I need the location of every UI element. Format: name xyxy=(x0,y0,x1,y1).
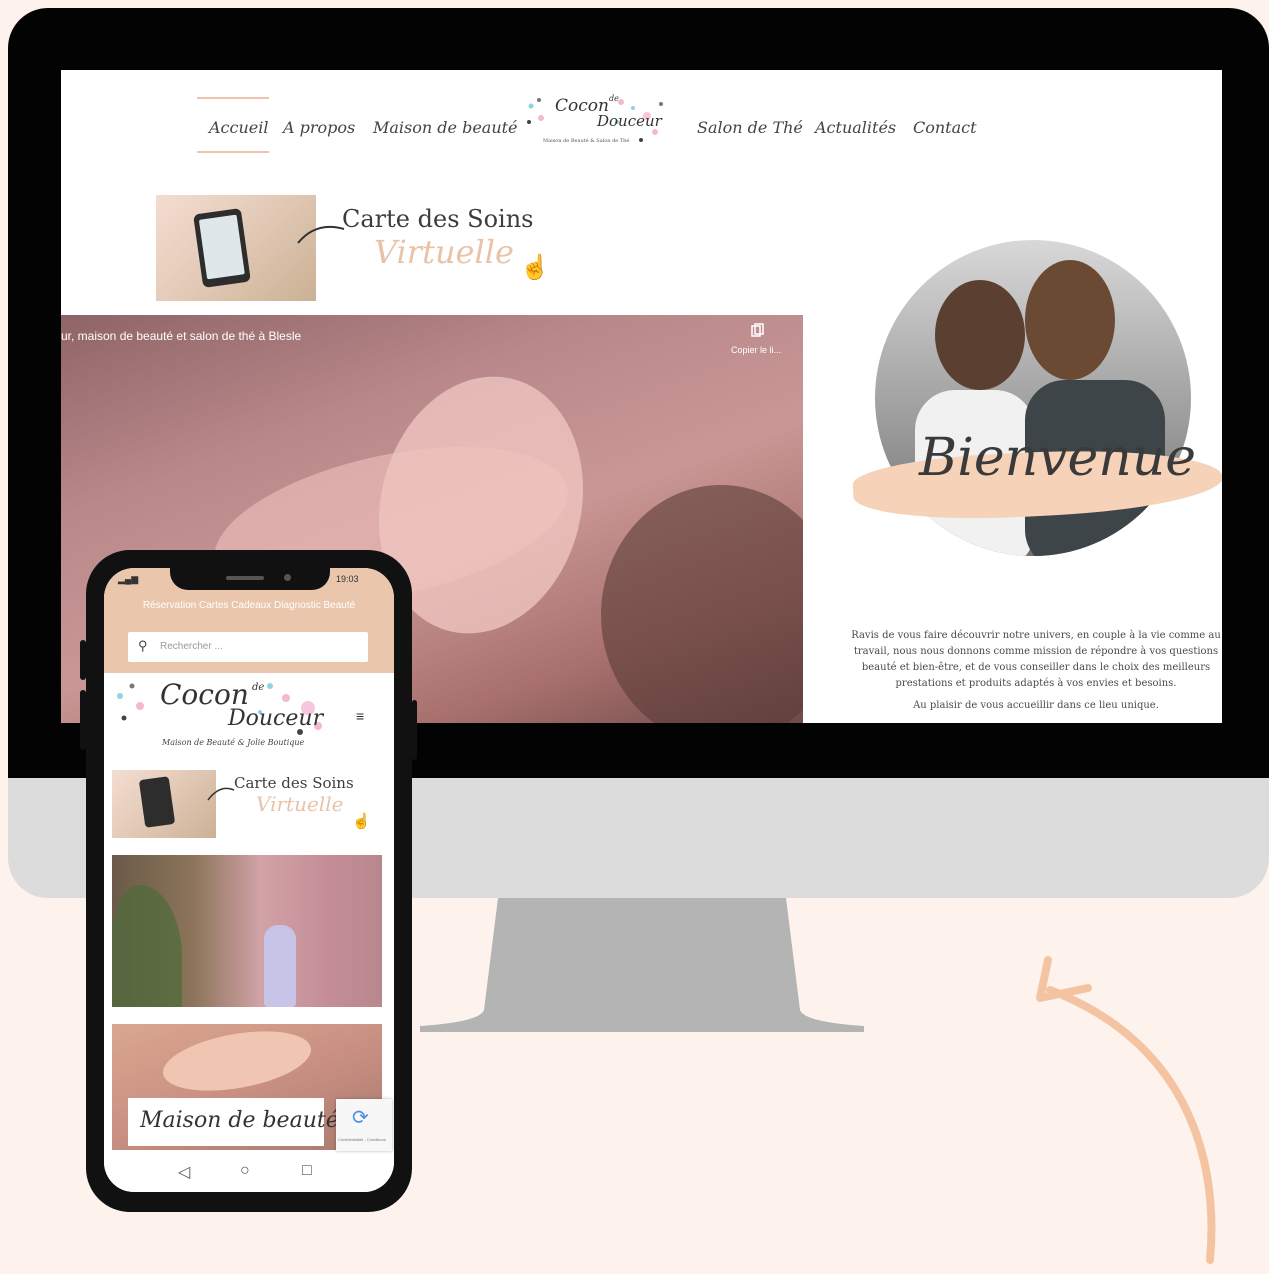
nav-item-a-propos[interactable]: A propos xyxy=(283,118,355,137)
copy-link-label[interactable]: Copier le li... xyxy=(731,345,781,355)
copy-link-icon[interactable] xyxy=(751,323,765,337)
recaptcha-badge[interactable]: ⟳ Confidentialité - Conditions xyxy=(336,1099,392,1151)
nav-item-actualites[interactable]: Actualités xyxy=(815,118,896,137)
welcome-title: Bienvenue xyxy=(919,428,1197,488)
photo-foliage-shape xyxy=(112,885,182,1007)
photo-head-shape xyxy=(1025,260,1115,380)
carte-des-soins-banner[interactable]: Carte des Soins Virtuelle ☝ xyxy=(156,195,576,305)
nav-active-indicator-bottom xyxy=(197,151,269,153)
nav-item-maison-de-beaute[interactable]: Maison de beauté xyxy=(373,118,518,137)
camera-icon xyxy=(284,574,291,581)
back-icon[interactable]: ◁ xyxy=(178,1162,190,1182)
nav-item-accueil[interactable]: Accueil xyxy=(209,118,268,137)
recents-icon[interactable]: □ xyxy=(302,1162,312,1180)
search-field[interactable]: ⚲ Rechercher ... xyxy=(128,632,368,662)
mobile-header: ▂▄▆ 19:03 Réservation Cartes Cadeaux Dia… xyxy=(104,568,394,673)
welcome-closing: Au plaisir de vous accueillir dans ce li… xyxy=(913,700,1159,711)
mobile-website: ▂▄▆ 19:03 Réservation Cartes Cadeaux Dia… xyxy=(104,568,394,1192)
phone-side-button xyxy=(80,690,86,750)
logo-word-douceur: Douceur xyxy=(597,112,662,130)
tablet-photo xyxy=(112,770,216,838)
pointer-hand-icon: ☝ xyxy=(520,254,550,281)
logo-tagline: Maison de Beauté & Jolie Boutique xyxy=(162,738,305,747)
site-logo[interactable]: Cocon de Douceur Maison de Beauté & Salo… xyxy=(521,92,671,156)
banner-subtitle: Virtuelle xyxy=(256,792,344,816)
tablet-shape xyxy=(138,776,176,828)
banner-swoosh-decoration xyxy=(207,787,235,801)
monitor-stand xyxy=(420,898,864,1032)
section-label: Maison de beauté xyxy=(140,1108,339,1133)
mobile-top-links[interactable]: Réservation Cartes Cadeaux Diagnostic Be… xyxy=(104,600,394,611)
welcome-paragraph: Ravis de vous faire découvrir notre univ… xyxy=(851,630,1221,689)
logo-word-douceur: Douceur xyxy=(228,706,324,731)
phone-side-button xyxy=(412,700,417,760)
speaker-grille xyxy=(226,576,264,580)
phone-side-button xyxy=(80,640,86,680)
search-icon: ⚲ xyxy=(138,638,148,653)
logo-word-de: de xyxy=(252,682,265,693)
search-placeholder: Rechercher ... xyxy=(160,641,223,652)
video-hair-shape xyxy=(601,485,803,723)
banner-subtitle: Virtuelle xyxy=(374,233,514,271)
home-icon[interactable]: ○ xyxy=(240,1162,250,1180)
mobile-logo[interactable]: Cocon de Douceur Maison de Beauté & Joli… xyxy=(110,676,340,756)
pointer-hand-icon: ☝ xyxy=(352,813,371,830)
welcome-text: Ravis de vous faire découvrir notre univ… xyxy=(851,628,1221,714)
mobile-carte-des-soins-banner[interactable]: Carte des Soins Virtuelle ☝ xyxy=(112,768,382,840)
street-photo[interactable] xyxy=(112,855,382,1007)
logo-word-de: de xyxy=(609,94,619,103)
logo-tagline: Maison de Beauté & Salon de Thé xyxy=(543,138,630,144)
banner-swoosh-decoration xyxy=(297,225,345,244)
curved-arrow-decoration xyxy=(1036,956,1216,1264)
nav-item-contact[interactable]: Contact xyxy=(913,118,977,137)
signal-icon: ▂▄▆ xyxy=(118,574,139,584)
photo-head-shape xyxy=(935,280,1025,390)
photo-hand-shape xyxy=(158,1024,316,1101)
status-time: 19:03 xyxy=(336,574,359,584)
banner-title: Carte des Soins xyxy=(234,774,354,792)
video-title: ur, maison de beauté et salon de thé à B… xyxy=(61,329,302,343)
photo-person-shape xyxy=(264,925,296,1007)
recaptcha-icon: ⟳ xyxy=(352,1107,369,1129)
nav-active-indicator-top xyxy=(197,97,269,99)
section-label-box: Maison de beauté xyxy=(128,1098,339,1146)
tablet-photo xyxy=(156,195,316,301)
recaptcha-links[interactable]: Confidentialité - Conditions xyxy=(338,1137,386,1142)
hamburger-menu-icon[interactable]: ≡ xyxy=(356,708,364,724)
android-nav-bar: ◁ ○ □ xyxy=(104,1154,394,1192)
banner-title: Carte des Soins xyxy=(342,205,534,233)
phone-notch xyxy=(170,568,330,590)
nav-item-salon-de-the[interactable]: Salon de Thé xyxy=(697,118,803,137)
